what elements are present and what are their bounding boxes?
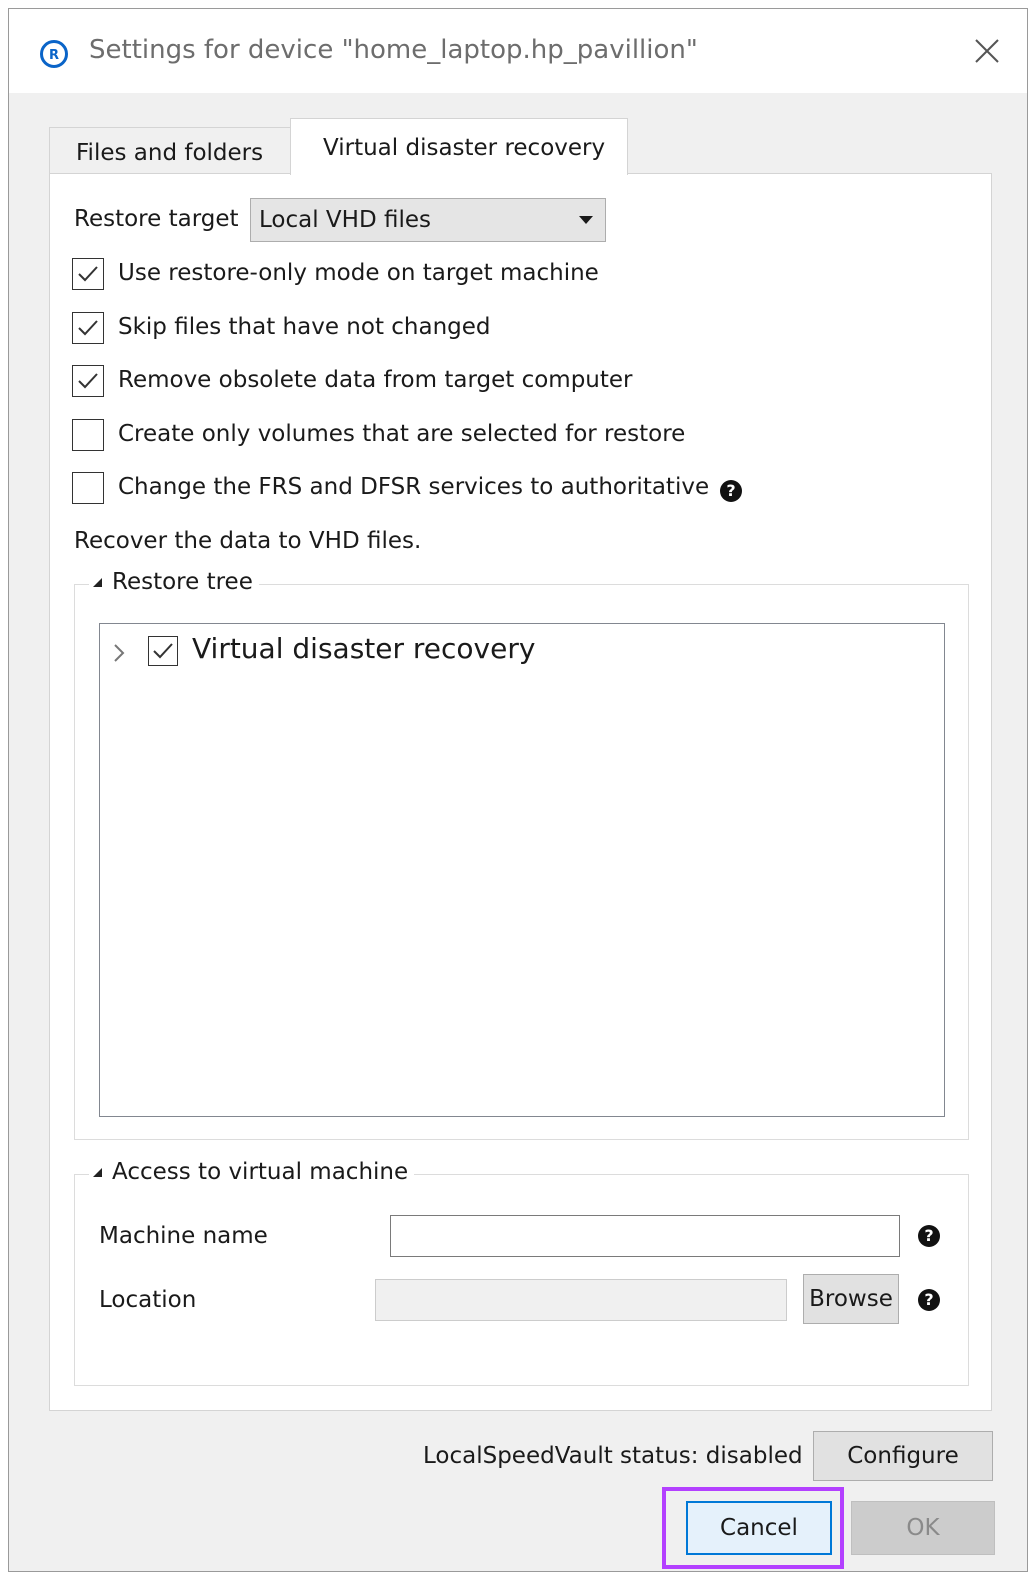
restore-tree-legend[interactable]: Restore tree — [89, 569, 259, 595]
option-label: Use restore-only mode on target machine — [118, 260, 599, 286]
app-logo-icon: R — [40, 40, 68, 68]
collapse-icon — [93, 578, 102, 587]
vm-access-group: Access to virtual machine Machine name ?… — [74, 1159, 969, 1386]
checkbox[interactable] — [72, 312, 104, 344]
help-icon[interactable]: ? — [720, 480, 742, 502]
close-icon[interactable] — [969, 33, 1005, 69]
tab-virtual-disaster-recovery[interactable]: Virtual disaster recovery — [290, 118, 628, 175]
checkmark-icon — [78, 266, 98, 282]
option-label: Create only volumes that are selected fo… — [118, 421, 686, 447]
collapse-icon — [93, 1168, 102, 1177]
svg-text:R: R — [49, 48, 59, 63]
restore-tree-legend-label: Restore tree — [112, 569, 253, 595]
checkbox[interactable] — [72, 472, 104, 504]
cancel-button[interactable]: Cancel — [686, 1501, 832, 1555]
checkmark-icon — [78, 373, 98, 389]
restore-target-value: Local VHD files — [259, 207, 431, 233]
vm-access-legend[interactable]: Access to virtual machine — [89, 1159, 415, 1185]
tab-panel-virtual-disaster-recovery: Restore target Local VHD files Use resto… — [49, 173, 992, 1411]
localspeedvault-status: LocalSpeedVault status: disabled — [423, 1443, 803, 1469]
checkbox[interactable] — [148, 636, 178, 666]
restore-tree-group: Restore tree Virtual disaster recovery — [74, 569, 969, 1140]
restore-target-dropdown[interactable]: Local VHD files — [250, 198, 606, 242]
restore-target-label: Restore target — [74, 206, 239, 232]
checkbox[interactable] — [72, 258, 104, 290]
checkbox[interactable] — [72, 419, 104, 451]
help-icon[interactable]: ? — [918, 1289, 940, 1311]
vm-access-legend-label: Access to virtual machine — [112, 1159, 409, 1185]
chevron-right-icon[interactable] — [112, 642, 126, 664]
machine-name-label: Machine name — [99, 1223, 268, 1249]
location-label: Location — [99, 1287, 197, 1313]
tab-files-and-folders[interactable]: Files and folders — [49, 127, 291, 173]
checkmark-icon — [153, 643, 173, 659]
window-title: Settings for device "home_laptop.hp_pavi… — [89, 35, 698, 65]
configure-button[interactable]: Configure — [813, 1431, 993, 1481]
checkmark-icon — [78, 320, 98, 336]
restore-tree-view[interactable]: Virtual disaster recovery — [99, 623, 945, 1117]
option-label: Change the FRS and DFSR services to auth… — [118, 474, 710, 500]
dropdown-arrow-icon — [579, 216, 593, 224]
settings-dialog: R Settings for device "home_laptop.hp_pa… — [8, 8, 1028, 1572]
help-icon[interactable]: ? — [918, 1225, 940, 1247]
checkbox[interactable] — [72, 365, 104, 397]
info-text: Recover the data to VHD files. — [74, 528, 422, 554]
machine-name-input[interactable] — [390, 1215, 900, 1257]
tree-item-label: Virtual disaster recovery — [192, 632, 536, 665]
title-bar: R Settings for device "home_laptop.hp_pa… — [9, 9, 1027, 93]
option-label: Skip files that have not changed — [118, 314, 491, 340]
location-input — [375, 1279, 787, 1321]
ok-button[interactable]: OK — [851, 1501, 995, 1555]
browse-button[interactable]: Browse — [803, 1274, 899, 1324]
option-label: Remove obsolete data from target compute… — [118, 367, 633, 393]
